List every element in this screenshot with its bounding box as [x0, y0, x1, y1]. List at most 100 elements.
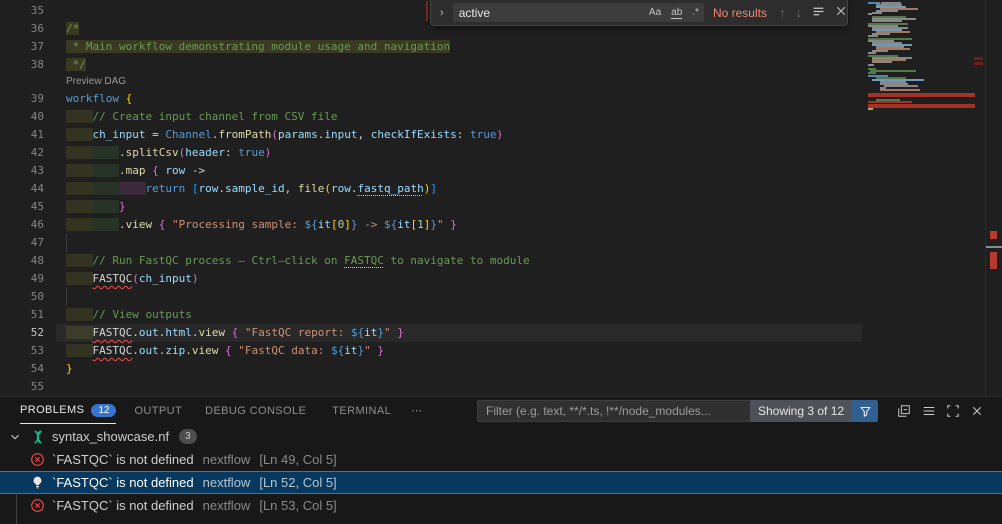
ruler-error-mark — [990, 252, 997, 269]
code-line[interactable]: } — [56, 198, 862, 216]
toggle-replace-chevron[interactable]: › — [431, 7, 453, 19]
code-line[interactable]: */ — [56, 56, 862, 74]
showing-count-badge: Showing 3 of 12 — [750, 400, 852, 422]
code-line[interactable]: } — [56, 360, 862, 378]
minimap-line — [872, 61, 892, 63]
line-number[interactable]: 54 — [0, 360, 44, 378]
minimap-line — [872, 12, 882, 14]
line-number[interactable]: 35 — [0, 2, 44, 20]
code-line[interactable] — [56, 234, 862, 252]
find-next-button[interactable]: ↓ — [795, 5, 802, 20]
line-number[interactable]: 45 — [0, 198, 44, 216]
ruler-cursor-mark — [986, 246, 1002, 248]
tab-more-icon[interactable]: ⋯ — [411, 397, 422, 424]
line-number[interactable]: 41 — [0, 126, 44, 144]
find-widget: › Aa ab .* No results ↑ ↓ — [430, 0, 848, 26]
line-number[interactable]: 39 — [0, 90, 44, 108]
line-number[interactable]: 51 — [0, 306, 44, 324]
minimap-line — [870, 70, 916, 72]
line-number[interactable]: 49 — [0, 270, 44, 288]
line-number[interactable]: 44 — [0, 180, 44, 198]
collapse-all-icon[interactable] — [895, 402, 913, 420]
tab-debug-console[interactable]: DEBUG CONSOLE — [205, 397, 306, 424]
chevron-down-icon[interactable] — [8, 430, 24, 444]
minimap-error-bar — [868, 93, 975, 97]
line-number[interactable]: 37 — [0, 38, 44, 56]
problems-file-row[interactable]: syntax_showcase.nf 3 — [0, 425, 1002, 448]
minimap[interactable] — [866, 0, 985, 396]
code-line[interactable]: * Main workflow demonstrating module usa… — [56, 38, 862, 56]
code-line[interactable]: FASTQC(ch_input) — [56, 270, 862, 288]
problem-location: [Ln 52, Col 5] — [259, 475, 336, 490]
problem-message: `FASTQC` is not defined — [52, 475, 194, 490]
code-line[interactable]: // View outputs — [56, 306, 862, 324]
tab-problems-label: PROBLEMS — [20, 404, 84, 416]
bottom-panel: PROBLEMS 12 OUTPUT DEBUG CONSOLE TERMINA… — [0, 396, 1002, 524]
minimap-line — [868, 108, 873, 110]
nextflow-file-icon — [30, 429, 46, 445]
filter-input[interactable] — [477, 400, 750, 422]
code-line[interactable]: return [row.sample_id, file(row.fastq_pa… — [56, 180, 862, 198]
tab-problems[interactable]: PROBLEMS 12 — [20, 397, 116, 424]
editor: 35363738 39404142434445464748495051525354… — [0, 0, 1002, 396]
line-number[interactable]: 43 — [0, 162, 44, 180]
line-number[interactable] — [0, 74, 44, 90]
line-number[interactable]: 47 — [0, 234, 44, 252]
minimap-line — [872, 20, 902, 22]
code-line[interactable] — [56, 378, 862, 396]
code-line[interactable]: FASTQC.out.zip.view { "FastQC data: ${it… — [56, 342, 862, 360]
code-area[interactable]: /* * Main workflow demonstrating module … — [56, 2, 862, 396]
line-number[interactable]: 40 — [0, 108, 44, 126]
code-line[interactable]: .view { "Processing sample: ${it[0]} -> … — [56, 216, 862, 234]
problem-row-selected[interactable]: `FASTQC` is not defined nextflow [Ln 52,… — [0, 471, 1002, 494]
line-number-gutter[interactable]: 35363738 39404142434445464748495051525354… — [0, 2, 44, 396]
minimap-line — [880, 89, 920, 91]
problem-message: `FASTQC` is not defined — [52, 452, 194, 467]
codelens-preview-dag[interactable]: Preview DAG — [66, 76, 126, 87]
line-number[interactable]: 38 — [0, 56, 44, 74]
line-number[interactable]: 50 — [0, 288, 44, 306]
filter-funnel-icon[interactable] — [852, 400, 878, 422]
close-find-icon[interactable] — [835, 5, 847, 20]
error-icon — [30, 498, 46, 514]
problem-row[interactable]: `FASTQC` is not defined nextflow [Ln 49,… — [0, 448, 1002, 471]
minimap-error-bar — [868, 101, 912, 103]
minimap-line — [868, 64, 874, 66]
minimap-line — [868, 52, 876, 54]
line-number[interactable]: 42 — [0, 144, 44, 162]
lightbulb-icon — [30, 475, 46, 491]
find-in-selection-icon[interactable] — [812, 5, 825, 21]
code-line[interactable]: ch_input = Channel.fromPath(params.input… — [56, 126, 862, 144]
whole-word-icon[interactable]: ab — [671, 7, 682, 19]
code-line[interactable]: workflow { — [56, 90, 862, 108]
line-number[interactable]: 46 — [0, 216, 44, 234]
tab-terminal[interactable]: TERMINAL — [332, 397, 391, 424]
find-input[interactable] — [453, 6, 644, 20]
line-number[interactable]: 52 — [0, 324, 44, 342]
match-case-icon[interactable]: Aa — [649, 7, 661, 18]
line-number[interactable]: 36 — [0, 20, 44, 38]
find-previous-button[interactable]: ↑ — [779, 5, 786, 20]
view-as-table-icon[interactable] — [920, 402, 938, 420]
problem-source: nextflow — [203, 475, 251, 490]
problems-file-name: syntax_showcase.nf — [52, 429, 169, 444]
tab-output[interactable]: OUTPUT — [134, 397, 182, 424]
maximize-panel-icon[interactable] — [944, 402, 962, 420]
line-number[interactable]: 53 — [0, 342, 44, 360]
error-icon — [30, 452, 46, 468]
code-line[interactable]: .map { row -> — [56, 162, 862, 180]
minimap-line — [868, 35, 878, 37]
code-line[interactable]: // Create input channel from CSV file — [56, 108, 862, 126]
line-number[interactable]: 48 — [0, 252, 44, 270]
code-line[interactable]: FASTQC.out.html.view { "FastQC report: $… — [56, 324, 862, 342]
code-line[interactable]: // Run FastQC process – Ctrl–click on FA… — [56, 252, 862, 270]
close-panel-icon[interactable] — [968, 402, 986, 420]
code-line[interactable] — [56, 288, 862, 306]
find-input-box: Aa ab .* — [453, 3, 704, 22]
line-number[interactable]: 55 — [0, 378, 44, 396]
code-line[interactable]: .splitCsv(header: true) — [56, 144, 862, 162]
minimap-error-edge — [974, 57, 983, 60]
regex-icon[interactable]: .* — [692, 7, 699, 18]
problem-message: `FASTQC` is not defined — [52, 498, 194, 513]
problem-row[interactable]: `FASTQC` is not defined nextflow [Ln 53,… — [0, 494, 1002, 517]
